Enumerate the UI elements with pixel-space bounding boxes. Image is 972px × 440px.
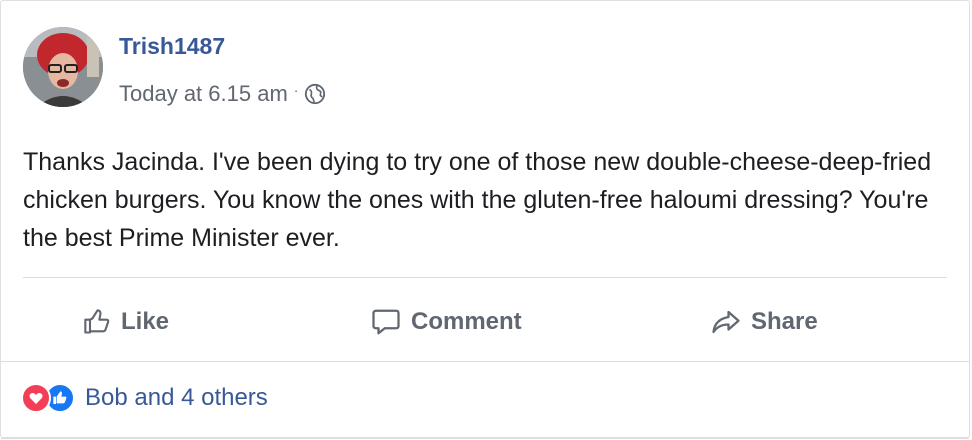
- divider: [23, 277, 947, 278]
- post-meta: Today at 6.15 am ·: [119, 81, 326, 107]
- like-button[interactable]: Like: [83, 301, 169, 343]
- thumbs-up-icon: [84, 309, 110, 334]
- timestamp[interactable]: Today at 6.15 am: [119, 81, 288, 107]
- share-button[interactable]: Share: [711, 301, 818, 343]
- comment-button[interactable]: Comment: [371, 301, 522, 343]
- post-card: Trish1487 Today at 6.15 am · Thanks Jaci…: [0, 0, 970, 439]
- globe-icon[interactable]: [304, 83, 326, 105]
- divider: [1, 438, 969, 439]
- reactions-text[interactable]: Bob and 4 others: [85, 384, 268, 412]
- share-label: Share: [751, 308, 818, 335]
- meta-separator: ·: [293, 82, 299, 98]
- comment-label: Comment: [411, 308, 522, 335]
- post-actions: Like Comment Share: [1, 301, 969, 343]
- love-reaction-icon: [21, 383, 51, 413]
- avatar[interactable]: [23, 27, 103, 107]
- comment-icon: [372, 309, 400, 335]
- reactions-summary[interactable]: Bob and 4 others: [21, 383, 268, 413]
- post-text: Thanks Jacinda. I've been dying to try o…: [23, 148, 932, 252]
- divider: [1, 361, 969, 362]
- author-name[interactable]: Trish1487: [119, 33, 225, 60]
- share-arrow-icon: [712, 310, 740, 334]
- like-label: Like: [121, 308, 170, 335]
